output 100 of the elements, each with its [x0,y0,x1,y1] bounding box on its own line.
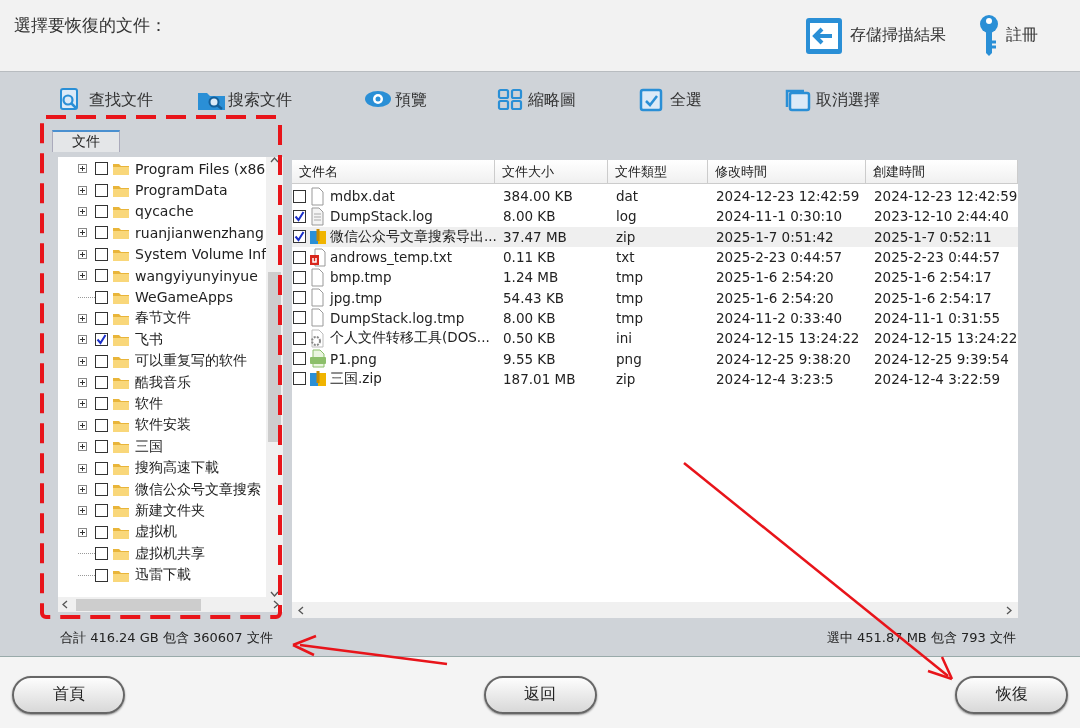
file-row[interactable]: P1.png 9.55 KB png 2024-12-25 9:38:20 2024-12-25 9:39:54 [292,348,1018,369]
expand-icon[interactable] [78,164,87,174]
expand-icon[interactable] [78,420,87,430]
recover-button[interactable]: 恢復 [955,675,1068,714]
tree-item[interactable]: WeGameApps [78,286,266,308]
expand-icon[interactable] [78,463,87,473]
checkbox[interactable] [95,568,108,582]
file-row[interactable]: mdbx.dat 384.00 KB dat 2024-12-23 12:42:59 2024-12-23 12:42:59 [292,186,1018,207]
column-header[interactable]: 修改時間 [708,160,866,183]
toolbar-button[interactable]: 縮略圖 [497,88,576,112]
checkbox[interactable] [293,372,306,386]
checkbox[interactable] [95,204,108,218]
tree-item[interactable]: 迅雷下載 [78,564,266,586]
horizontal-scrollbar[interactable] [292,602,1018,618]
expand-icon[interactable] [78,228,87,238]
checkbox[interactable] [95,333,108,347]
expand-icon[interactable] [78,249,87,259]
expand-icon[interactable] [78,399,87,409]
tree-item[interactable]: 三国 [78,436,266,458]
scroll-down-icon[interactable] [270,591,279,597]
checkbox[interactable] [95,226,108,240]
save-results-button[interactable]: 存儲掃描結果 [804,15,946,56]
scroll-right-icon[interactable] [273,600,279,609]
toolbar-button[interactable]: 全選 [639,88,702,112]
file-row[interactable]: 个人文件转移工具(DOS... 0.50 KB ini 2024-12-15 13:24:22 2024-12-15 13:24:22 [292,328,1018,349]
checkbox[interactable] [293,250,306,264]
column-header[interactable]: 文件類型 [608,160,708,183]
back-button[interactable]: 返回 [483,675,597,714]
tree-item[interactable]: Program Files (x86 [78,158,266,180]
checkbox[interactable] [95,418,108,432]
checkbox[interactable] [293,291,306,305]
checkbox[interactable] [293,311,306,325]
checkbox[interactable] [95,311,108,325]
tree-item[interactable]: 软件 [78,393,266,415]
tree-item[interactable]: 飞书 [78,329,266,351]
toolbar-button[interactable]: 預覽 [364,88,427,112]
checkbox[interactable] [95,247,108,261]
tree-item[interactable]: ruanjianwenzhang [78,222,266,244]
file-row[interactable]: 三国.zip 187.01 MB zip 2024-12-4 3:23:5 2024-12-4 3:22:59 [292,368,1018,389]
checkbox[interactable] [293,230,306,244]
checkbox[interactable] [95,461,108,475]
expand-icon[interactable] [78,313,87,323]
file-row[interactable]: bmp.tmp 1.24 MB tmp 2025-1-6 2:54:20 2025-1-6 2:54:17 [292,267,1018,288]
file-row[interactable]: DumpStack.log.tmp 8.00 KB tmp 2024-11-2 0:33:40 2024-11-1 0:31:55 [292,307,1018,329]
file-row[interactable]: jpg.tmp 54.43 KB tmp 2025-1-6 2:54:20 2025-1-6 2:54:17 [292,287,1018,308]
checkbox[interactable] [95,525,108,539]
checkbox[interactable] [95,290,108,304]
checkbox[interactable] [95,440,108,454]
toolbar-button[interactable]: 取消選擇 [785,88,880,112]
expand-icon[interactable] [78,335,87,345]
checkbox[interactable] [293,209,306,223]
column-header[interactable]: 創建時間 [866,160,1018,183]
tree-item[interactable]: 新建文件夹 [78,500,266,522]
tree-item[interactable]: 酷我音乐 [78,371,266,394]
toolbar-button[interactable]: 查找文件 [58,88,153,112]
tree-item[interactable]: qycache [78,200,266,223]
toolbar-button[interactable]: 搜索文件 [197,88,292,112]
tree-tab[interactable]: 文件 [52,130,120,152]
tree-item[interactable]: wangyiyunyinyue [78,264,266,287]
scroll-up-icon[interactable] [270,157,279,163]
checkbox[interactable] [95,354,108,368]
column-header[interactable]: 文件名 [292,160,495,183]
expand-icon[interactable] [78,185,87,195]
scroll-right-icon[interactable] [1006,605,1012,615]
checkbox[interactable] [95,162,108,176]
tree-item[interactable]: ProgramData [78,179,266,201]
home-button[interactable]: 首頁 [12,675,125,714]
expand-icon[interactable] [78,527,87,537]
column-header[interactable]: 文件大小 [495,160,608,183]
file-row[interactable]: androws_temp.txt 0.11 KB txt 2025-2-23 0:44:57 2025-2-23 0:44:57 [292,246,1018,268]
checkbox[interactable] [95,504,108,518]
expand-icon[interactable] [78,271,87,281]
register-button[interactable]: 註冊 [978,13,1038,58]
checkbox[interactable] [293,270,306,284]
checkbox[interactable] [95,547,108,561]
expand-icon[interactable] [78,442,87,452]
checkbox[interactable] [293,331,306,345]
checkbox[interactable] [293,189,306,203]
scroll-left-icon[interactable] [298,605,304,615]
tree-item[interactable]: 软件安装 [78,414,266,437]
tree-item[interactable]: 虚拟机共享 [78,543,266,565]
file-row[interactable]: 微信公众号文章搜索导出... 37.47 MB zip 2025-1-7 0:51:42 2025-1-7 0:52:11 [292,226,1018,247]
checkbox[interactable] [95,183,108,197]
checkbox[interactable] [95,269,108,283]
checkbox[interactable] [95,483,108,497]
expand-icon[interactable] [78,506,87,516]
checkbox[interactable] [95,397,108,411]
expand-icon[interactable] [78,206,87,216]
file-row[interactable]: DumpStack.log 8.00 KB log 2024-11-1 0:30:10 2023-12-10 2:44:40 [292,206,1018,227]
expand-icon[interactable] [78,485,87,495]
tree-item[interactable]: 虚拟机 [78,521,266,544]
tree-item[interactable]: 春节文件 [78,307,266,330]
tree-item[interactable]: 搜狗高速下載 [78,457,266,479]
checkbox[interactable] [293,352,306,365]
tree-item[interactable]: System Volume Inf [78,243,266,265]
tree-item[interactable]: 可以重复写的软件 [78,350,266,372]
checkbox[interactable] [95,376,108,390]
scroll-left-icon[interactable] [62,600,68,609]
horizontal-scrollbar[interactable] [58,597,283,612]
tree-item[interactable]: 微信公众号文章搜索 [78,478,266,501]
